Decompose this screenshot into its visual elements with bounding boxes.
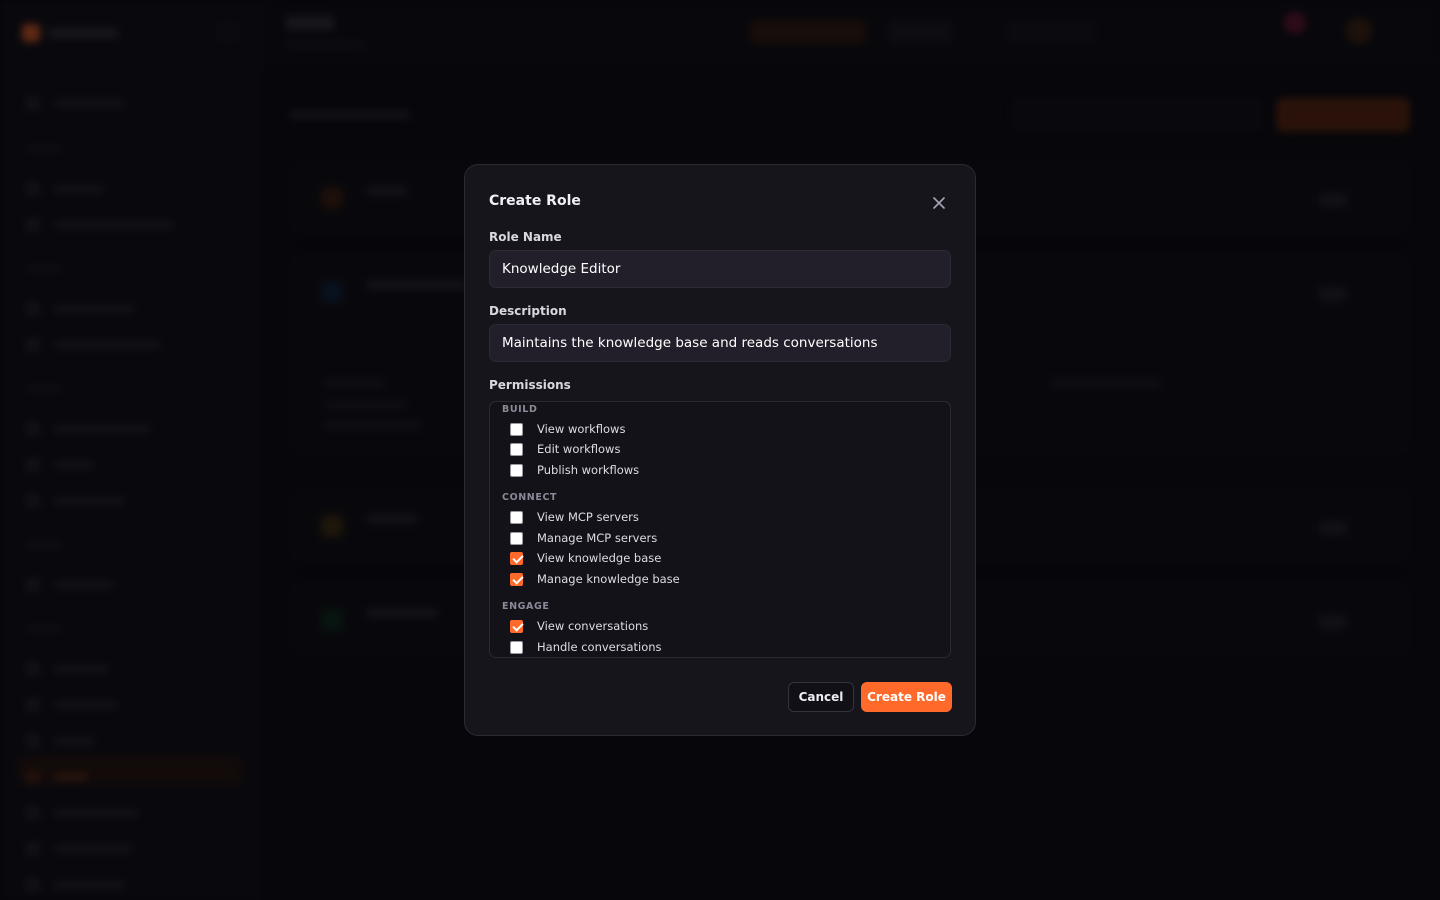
checkbox[interactable]: [510, 531, 523, 545]
permission-label: View knowledge base: [537, 551, 662, 565]
permission-group-build: BUILD: [502, 404, 538, 415]
checkbox[interactable]: [510, 463, 523, 477]
permission-label: View conversations: [537, 619, 649, 633]
permission-label: View MCP servers: [537, 510, 639, 524]
permission-label: Handle conversations: [537, 640, 662, 654]
permission-label: Manage knowledge base: [537, 572, 680, 586]
checkbox-checked[interactable]: [510, 619, 523, 633]
role-name-input[interactable]: [489, 250, 951, 288]
permission-edit-workflows[interactable]: Edit workflows: [510, 441, 620, 457]
role-name-label: Role Name: [489, 230, 562, 244]
close-button[interactable]: [927, 191, 951, 215]
permissions-list[interactable]: BUILD View workflows Edit workflows Publ…: [489, 401, 951, 658]
cancel-button[interactable]: Cancel: [788, 682, 854, 712]
permission-view-knowledge-base[interactable]: View knowledge base: [510, 550, 661, 566]
checkbox-checked[interactable]: [510, 572, 523, 586]
description-input[interactable]: [489, 324, 951, 362]
checkbox[interactable]: [510, 640, 523, 654]
permission-label: Manage MCP servers: [537, 531, 658, 545]
create-role-button[interactable]: Create Role: [861, 682, 952, 712]
permission-publish-workflows[interactable]: Publish workflows: [510, 462, 639, 478]
description-label: Description: [489, 304, 567, 318]
permission-view-conversations[interactable]: View conversations: [510, 618, 648, 634]
permission-label: Edit workflows: [537, 442, 621, 456]
checkbox[interactable]: [510, 510, 523, 524]
create-role-dialog: Create Role Role Name Description Permis…: [464, 164, 976, 736]
checkbox-checked[interactable]: [510, 551, 523, 565]
permission-view-mcp-servers[interactable]: View MCP servers: [510, 509, 639, 525]
checkbox[interactable]: [510, 422, 523, 436]
permission-label: View workflows: [537, 422, 626, 436]
permission-handle-conversations[interactable]: Handle conversations: [510, 639, 662, 655]
dialog-title: Create Role: [489, 193, 581, 209]
permission-group-connect: CONNECT: [502, 492, 558, 503]
checkbox[interactable]: [510, 442, 523, 456]
permissions-label: Permissions: [489, 378, 571, 392]
permission-manage-knowledge-base[interactable]: Manage knowledge base: [510, 571, 680, 587]
close-icon: [933, 197, 945, 209]
permission-view-workflows[interactable]: View workflows: [510, 421, 625, 437]
permission-label: Publish workflows: [537, 463, 640, 477]
permission-manage-mcp-servers[interactable]: Manage MCP servers: [510, 530, 657, 546]
permission-group-engage: ENGAGE: [502, 601, 550, 612]
